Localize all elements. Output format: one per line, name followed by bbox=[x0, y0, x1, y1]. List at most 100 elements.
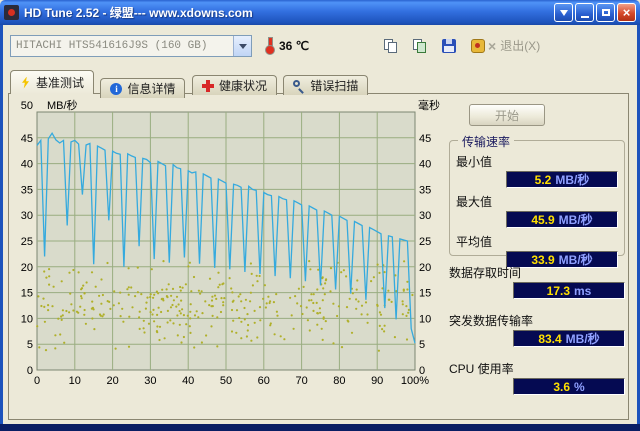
svg-text:毫秒: 毫秒 bbox=[418, 98, 440, 112]
svg-text:0: 0 bbox=[27, 365, 33, 377]
copy-image-button[interactable] bbox=[407, 33, 432, 58]
svg-text:15: 15 bbox=[21, 288, 33, 300]
svg-text:10: 10 bbox=[21, 313, 33, 325]
svg-text:20: 20 bbox=[419, 262, 431, 274]
temperature-value: 36 ℃ bbox=[279, 38, 310, 53]
stat-burst-rate-number: 83.4 bbox=[538, 331, 562, 346]
stat-maximum-unit: MB/秒 bbox=[558, 213, 593, 227]
window-border-bottom bbox=[0, 424, 640, 431]
tab-info-label: 信息详情 bbox=[127, 82, 176, 96]
svg-text:60: 60 bbox=[258, 375, 270, 387]
minimize-icon bbox=[580, 16, 589, 18]
magnifier-icon bbox=[293, 79, 305, 92]
tab-health[interactable]: 健康状况 bbox=[191, 75, 277, 95]
start-button[interactable]: 开始 bbox=[469, 104, 545, 126]
stat-access-time-label: 数据存取时间 bbox=[449, 266, 522, 280]
tab-info[interactable]: 信息详情 bbox=[100, 78, 186, 98]
svg-text:35: 35 bbox=[21, 184, 33, 196]
save-button[interactable] bbox=[436, 33, 461, 58]
svg-text:10: 10 bbox=[419, 313, 431, 325]
stat-minimum-number: 5.2 bbox=[534, 172, 552, 187]
svg-text:90: 90 bbox=[371, 375, 383, 387]
stat-burst-rate-label: 突发数据传输率 bbox=[449, 314, 534, 328]
svg-text:15: 15 bbox=[419, 288, 431, 300]
stat-cpu-usage-label: CPU 使用率 bbox=[449, 362, 514, 376]
stat-minimum-label: 最小值 bbox=[456, 155, 493, 169]
exit-button[interactable]: × 退出(X) bbox=[488, 37, 540, 54]
title-bar: HD Tune 2.52 - 绿盟--- www.xdowns.com × bbox=[0, 0, 640, 25]
svg-text:5: 5 bbox=[419, 339, 425, 351]
stat-maximum-number: 45.9 bbox=[531, 212, 555, 227]
svg-text:40: 40 bbox=[419, 159, 431, 171]
benchmark-chart: 50 MB/秒 毫秒 0 0 5 5 10 10 15 15 20 20 25 25 30 30 35 35 40 40… bbox=[11, 98, 445, 401]
svg-text:25: 25 bbox=[21, 236, 33, 248]
stat-cpu-usage: CPU 使用率 3.6 % bbox=[449, 360, 625, 395]
stat-maximum: 最大值 45.9 MB/秒 bbox=[456, 193, 618, 228]
close-button[interactable]: × bbox=[617, 3, 636, 22]
toolbar: HITACHI HTS541616J9S (160 GB) 36 ℃ × 退出(… bbox=[3, 25, 637, 70]
benchmark-panel: 50 MB/秒 毫秒 0 0 5 5 10 10 15 15 20 20 25 25 30 30 35 35 40 40… bbox=[8, 93, 629, 420]
copy-text-button[interactable] bbox=[378, 33, 403, 58]
stat-cpu-usage-number: 3.6 bbox=[553, 379, 570, 394]
tab-benchmark[interactable]: 基准测试 bbox=[10, 70, 95, 94]
svg-text:70: 70 bbox=[295, 375, 307, 387]
drive-select-value: HITACHI HTS541616J9S (160 GB) bbox=[16, 40, 208, 52]
stat-average: 平均值 33.9 MB/秒 bbox=[456, 233, 618, 268]
down-arrow-icon bbox=[559, 10, 568, 20]
info-icon bbox=[110, 82, 123, 95]
tab-benchmark-label: 基准测试 bbox=[36, 76, 85, 90]
svg-text:50: 50 bbox=[21, 100, 33, 112]
maximize-button[interactable] bbox=[596, 3, 615, 22]
svg-text:50: 50 bbox=[220, 375, 232, 387]
stat-access-time-unit: ms bbox=[574, 283, 592, 298]
svg-text:20: 20 bbox=[21, 262, 33, 274]
svg-text:100%: 100% bbox=[401, 375, 429, 387]
extra-stats: 数据存取时间 17.3 ms 突发数据传输率 83.4 MB/秒 CPU 使用率… bbox=[449, 264, 625, 408]
svg-text:20: 20 bbox=[106, 375, 118, 387]
download-button[interactable] bbox=[554, 3, 573, 22]
stat-access-time-number: 17.3 bbox=[546, 283, 570, 298]
drive-select[interactable]: HITACHI HTS541616J9S (160 GB) bbox=[10, 35, 252, 57]
svg-text:30: 30 bbox=[419, 210, 431, 222]
svg-text:30: 30 bbox=[144, 375, 156, 387]
stat-cpu-usage-value: 3.6 % bbox=[513, 378, 625, 395]
svg-text:10: 10 bbox=[69, 375, 81, 387]
stat-access-time: 数据存取时间 17.3 ms bbox=[449, 264, 625, 299]
toolbar-buttons bbox=[378, 33, 490, 58]
svg-text:80: 80 bbox=[333, 375, 345, 387]
window-title: HD Tune 2.52 - 绿盟--- www.xdowns.com bbox=[24, 6, 253, 20]
svg-text:45: 45 bbox=[419, 133, 431, 145]
svg-text:5: 5 bbox=[27, 339, 33, 351]
options-icon bbox=[470, 38, 485, 53]
svg-text:25: 25 bbox=[419, 236, 431, 248]
svg-text:MB/秒: MB/秒 bbox=[47, 98, 78, 112]
copy-icon bbox=[384, 39, 397, 53]
thermometer-icon bbox=[265, 36, 275, 55]
svg-text:35: 35 bbox=[419, 184, 431, 196]
stat-minimum-unit: MB/秒 bbox=[555, 173, 590, 187]
exit-x-icon: × bbox=[488, 37, 497, 54]
svg-text:45: 45 bbox=[21, 133, 33, 145]
app-icon bbox=[4, 5, 19, 20]
drive-select-dropdown-button[interactable] bbox=[233, 36, 251, 56]
stat-burst-rate: 突发数据传输率 83.4 MB/秒 bbox=[449, 312, 625, 347]
transfer-rate-group-title: 传输速率 bbox=[458, 133, 515, 150]
svg-text:0: 0 bbox=[34, 375, 40, 387]
transfer-rate-group: 传输速率 最小值 5.2 MB/秒 最大值 45.9 MB/秒 平均值 33.9 bbox=[449, 133, 625, 268]
lightning-icon bbox=[21, 76, 30, 89]
stat-maximum-value: 45.9 MB/秒 bbox=[506, 211, 618, 228]
tab-error-scan[interactable]: 错误扫描 bbox=[283, 75, 369, 95]
tab-error-scan-label: 错误扫描 bbox=[310, 79, 359, 93]
maximize-icon bbox=[601, 9, 610, 16]
svg-text:40: 40 bbox=[182, 375, 194, 387]
app-window: HD Tune 2.52 - 绿盟--- www.xdowns.com × HI… bbox=[0, 0, 640, 431]
floppy-disk-icon bbox=[441, 38, 456, 53]
options-button[interactable] bbox=[465, 33, 490, 58]
exit-label: 退出(X) bbox=[500, 39, 541, 53]
stat-minimum: 最小值 5.2 MB/秒 bbox=[456, 153, 618, 188]
stat-access-time-value: 17.3 ms bbox=[513, 282, 625, 299]
stat-minimum-value: 5.2 MB/秒 bbox=[506, 171, 618, 188]
minimize-button[interactable] bbox=[575, 3, 594, 22]
stat-average-label: 平均值 bbox=[456, 235, 493, 249]
stat-cpu-usage-unit: % bbox=[574, 379, 585, 394]
